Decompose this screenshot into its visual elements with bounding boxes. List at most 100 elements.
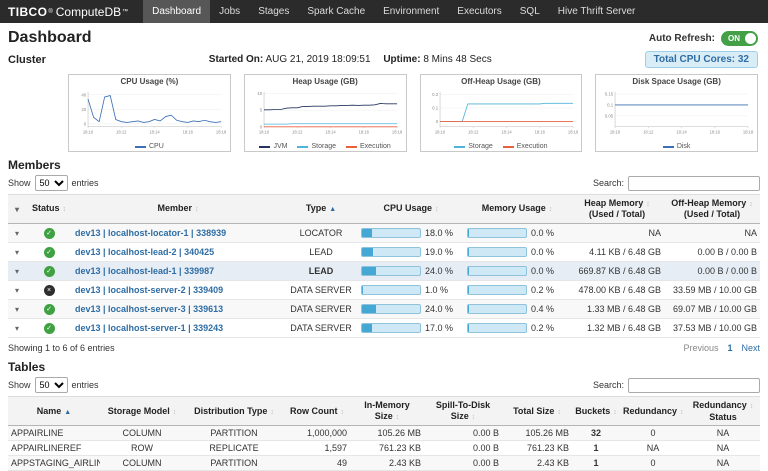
col-label: Redundancy ↕ bbox=[689, 400, 757, 411]
tables-controls: Show 50 entries Search: bbox=[8, 377, 760, 394]
sort-icon: ↕ bbox=[749, 403, 754, 411]
nav-item-executors[interactable]: Executors bbox=[448, 0, 510, 23]
row-expand-icon[interactable]: ▾ bbox=[15, 324, 19, 333]
usage-bar bbox=[361, 323, 421, 334]
memory-usage-cell: 0.4 % bbox=[464, 299, 570, 320]
chart-plot: 0 0.1 0.2 18:10 18:12 18:14 18:16 18:18 bbox=[432, 91, 578, 134]
usage-percent: 24.0 % bbox=[425, 266, 454, 277]
nav-item-jobs[interactable]: Jobs bbox=[210, 0, 249, 23]
member-link[interactable]: dev13 | localhost-server-3 | 339613 bbox=[75, 304, 223, 314]
member-type: DATA SERVER bbox=[284, 318, 358, 339]
row-expand-icon[interactable]: ▾ bbox=[15, 248, 19, 257]
member-link[interactable]: dev13 | localhost-server-2 | 339409 bbox=[75, 285, 223, 295]
trademark-mark: ™ bbox=[122, 8, 129, 15]
chart-legend: Disk bbox=[599, 143, 754, 150]
distribution-type: PARTITION bbox=[184, 425, 284, 442]
nav-item-hive-thrift-server[interactable]: Hive Thrift Server bbox=[549, 0, 645, 23]
row-expand-icon[interactable]: ▾ bbox=[15, 305, 19, 314]
storage-model: ROW bbox=[100, 440, 184, 457]
tables-col-storage-model[interactable]: Storage Model ↕ bbox=[100, 396, 184, 427]
tables-col-in-memory-size[interactable]: In-Memory Size ↕ bbox=[350, 396, 424, 427]
storage-model: COLUMN bbox=[100, 425, 184, 442]
svg-text:0.1: 0.1 bbox=[607, 102, 614, 107]
members-next-button[interactable]: Next bbox=[741, 343, 760, 353]
cpu-usage-cell-bar: 17.0 % bbox=[361, 323, 461, 334]
expander-cell: ▾ bbox=[8, 280, 26, 301]
expand-all-icon[interactable]: ▾ bbox=[15, 205, 19, 214]
members-search-input[interactable] bbox=[628, 175, 760, 191]
tables-col-redundancy[interactable]: Redundancy ↕ Status bbox=[686, 396, 760, 427]
tables-col-row-count[interactable]: Row Count ↕ bbox=[284, 396, 350, 427]
member-link[interactable]: dev13 | localhost-locator-1 | 338939 bbox=[75, 228, 226, 238]
chart-legend: JVM Storage Execution bbox=[248, 143, 403, 150]
sort-icon: ↕ bbox=[749, 201, 753, 208]
row-expand-icon[interactable]: ▾ bbox=[15, 229, 19, 238]
tables-col-name[interactable]: Name ▲ bbox=[8, 396, 100, 427]
col-label-text: Distribution Type bbox=[194, 405, 268, 416]
member-link[interactable]: dev13 | localhost-lead-1 | 339987 bbox=[75, 266, 214, 276]
brand-logo[interactable]: TIBCO ® ComputeDB ™ bbox=[0, 0, 143, 23]
in-memory-size: 105.26 MB bbox=[350, 425, 424, 442]
cpu-usage-cell: 1.0 % bbox=[358, 280, 464, 301]
members-col-cpu-usage[interactable]: CPU Usage ↕ bbox=[358, 193, 464, 225]
usage-bar-fill bbox=[468, 324, 470, 333]
auto-refresh-toggle[interactable]: ON bbox=[721, 30, 758, 46]
usage-percent: 0.0 % bbox=[531, 266, 555, 277]
expander-cell: ▾ bbox=[8, 318, 26, 339]
tables-col-redundancy[interactable]: Redundancy ↕ bbox=[620, 396, 686, 427]
sort-icon: ↕ bbox=[548, 206, 553, 214]
memory-usage-cell: 0.2 % bbox=[464, 318, 570, 339]
sort-icon: ↕ bbox=[395, 413, 400, 421]
nav-item-sql[interactable]: SQL bbox=[511, 0, 549, 23]
usage-bar-fill bbox=[468, 305, 470, 314]
members-col-heap-memory[interactable]: Heap Memory ↕ (Used / Total) bbox=[570, 193, 664, 225]
col-label-text: CPU Usage bbox=[383, 203, 432, 214]
members-page-size-select[interactable]: 50 bbox=[34, 175, 68, 191]
legend-label: CPU bbox=[148, 143, 164, 150]
chart-heap-usage-gb: Heap Usage (GB) 0 5 10 18:10 18:12 18:14 18:16 1… bbox=[243, 74, 407, 152]
usage-percent: 0.0 % bbox=[531, 228, 555, 239]
members-col-off-heap-memory[interactable]: Off-Heap Memory ↕ (Used / Total) bbox=[664, 193, 760, 225]
tables-search-input[interactable] bbox=[628, 377, 760, 393]
members-page-1-button[interactable]: 1 bbox=[727, 343, 732, 353]
nav-items: Dashboard Jobs Stages Spark Cache Environmen… bbox=[143, 0, 644, 23]
members-col-memory-usage[interactable]: Memory Usage ↕ bbox=[464, 193, 570, 225]
svg-text:0.2: 0.2 bbox=[432, 92, 439, 97]
offheap-memory-cell: NA bbox=[664, 223, 760, 244]
col-label-text: Type bbox=[305, 203, 327, 214]
member-row: ▾ ✓ dev13 | localhost-locator-1 | 338939 LO… bbox=[8, 223, 760, 244]
table-name: APPSTAGING_AIRLINE bbox=[8, 455, 100, 471]
buckets: 1 bbox=[572, 440, 620, 457]
usage-percent: 0.0 % bbox=[531, 247, 555, 258]
members-col-member[interactable]: Member ↕ bbox=[72, 193, 284, 225]
members-prev-button[interactable]: Previous bbox=[683, 343, 718, 353]
row-expand-icon[interactable]: ▾ bbox=[15, 267, 19, 276]
member-link[interactable]: dev13 | localhost-lead-2 | 340425 bbox=[75, 247, 214, 257]
nav-item-spark-cache[interactable]: Spark Cache bbox=[298, 0, 374, 23]
col-sublabel: (Used / Total) bbox=[683, 209, 741, 220]
nav-item-stages[interactable]: Stages bbox=[249, 0, 298, 23]
tables-col-total-size[interactable]: Total Size ↕ bbox=[502, 396, 572, 427]
nav-item-dashboard[interactable]: Dashboard bbox=[143, 0, 211, 23]
spill-to-disk-size: 0.00 B bbox=[424, 440, 502, 457]
col-label: Memory Usage ↕ bbox=[467, 203, 567, 214]
members-col-status[interactable]: Status ↕ bbox=[26, 193, 72, 225]
tables-col-distribution-type[interactable]: Distribution Type ↕ bbox=[184, 396, 284, 427]
search-label: Search: bbox=[592, 178, 624, 188]
member-link[interactable]: dev13 | localhost-server-1 | 339243 bbox=[75, 323, 223, 333]
tables-col-spill-to-disk-size[interactable]: Spill-To-Disk Size ↕ bbox=[424, 396, 502, 427]
legend-item-cpu: CPU bbox=[134, 143, 164, 150]
legend-swatch bbox=[259, 145, 271, 148]
tables-page-size-select[interactable]: 50 bbox=[34, 377, 68, 394]
svg-text:18:12: 18:12 bbox=[292, 129, 303, 134]
members-col-type[interactable]: Type ▲ bbox=[284, 193, 358, 225]
chart-title: CPU Usage (%) bbox=[120, 77, 179, 86]
usage-bar bbox=[361, 228, 421, 239]
col-label: Total Size ↕ bbox=[505, 406, 569, 417]
table-name: APPAIRLINEREF bbox=[8, 440, 100, 457]
expander-cell: ▾ bbox=[8, 223, 26, 244]
row-expand-icon[interactable]: ▾ bbox=[15, 286, 19, 295]
status-running-icon: ✓ bbox=[43, 228, 55, 240]
nav-item-environment[interactable]: Environment bbox=[374, 0, 448, 23]
tables-col-buckets[interactable]: Buckets ↕ bbox=[572, 396, 620, 427]
